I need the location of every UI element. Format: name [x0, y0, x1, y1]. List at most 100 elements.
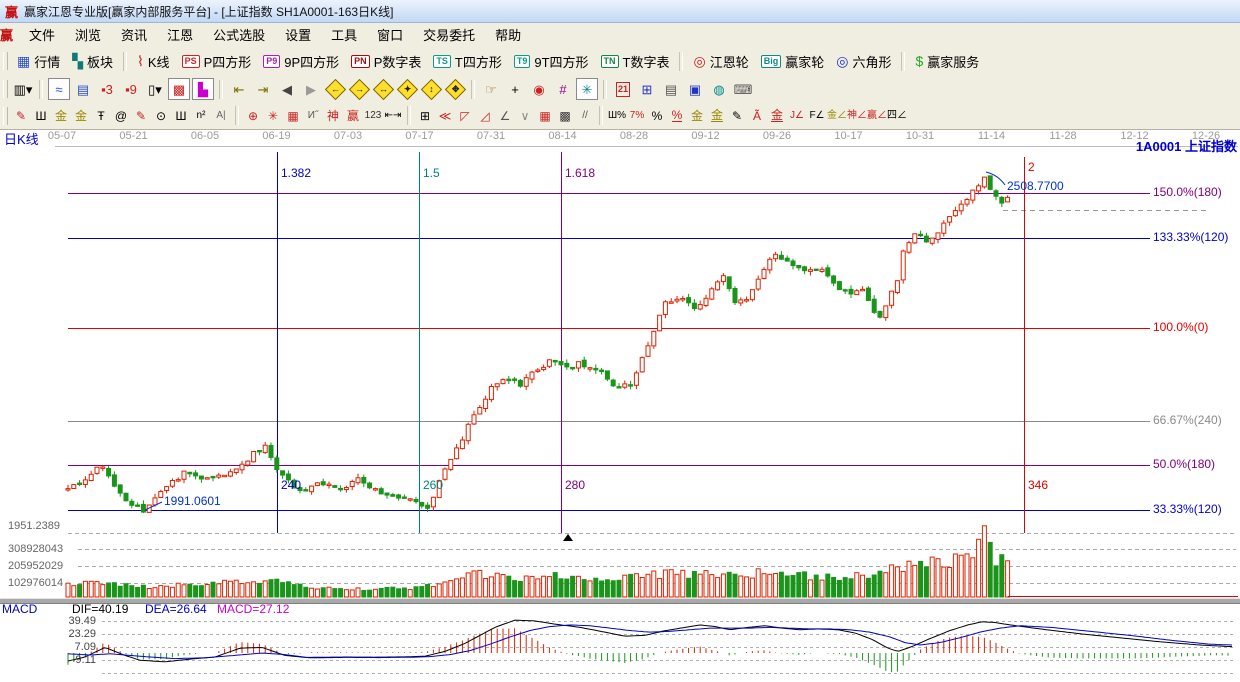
arrow-ruler-icon[interactable]: ⇤⇥ — [383, 105, 403, 126]
pencil-red-2-icon[interactable]: ✎ — [131, 105, 151, 126]
menu-item-3[interactable]: 江恩 — [157, 23, 203, 46]
p-square-button[interactable]: PS P四方形 — [176, 50, 258, 73]
slant-lines-icon[interactable]: // — [575, 105, 595, 126]
9p-square-button[interactable]: P9 9P四方形 — [257, 50, 345, 73]
web-tool-icon[interactable]: ✳ — [576, 78, 598, 100]
next-bar-icon[interactable]: ▶ — [300, 78, 322, 100]
hexagon-button[interactable]: ◎ 六角形 — [830, 50, 897, 73]
winner-service-button[interactable]: $ 赢家服务 — [909, 50, 985, 73]
fan-box-1-icon[interactable]: ◸ — [455, 105, 475, 126]
title-bar[interactable]: 赢 赢家江恩专业版[赢家内部服务平台] - [上证指数 SH1A0001-163… — [0, 0, 1240, 23]
ying-red-icon[interactable]: 赢 — [343, 105, 363, 126]
fan-box-2-icon[interactable]: ◿ — [475, 105, 495, 126]
winner-wheel-button[interactable]: Big 赢家轮 — [755, 50, 831, 73]
fan-red-icon[interactable]: ≪ — [435, 105, 455, 126]
gold-ruler-1-icon[interactable]: 金 — [51, 105, 71, 126]
diamond-compress-icon[interactable]: ✦ — [396, 78, 418, 100]
t-square-button[interactable]: TS T四方形 — [427, 50, 507, 73]
menu-item-9[interactable]: 帮助 — [485, 23, 531, 46]
pattern-tool-icon[interactable]: ▩ — [168, 78, 190, 100]
pencil-ink-icon[interactable]: ✎ — [727, 105, 747, 126]
diamond-all-icon[interactable]: ✥ — [444, 78, 466, 100]
spiral-tool-icon[interactable]: @ — [111, 105, 131, 126]
t-number-table-button[interactable]: TN T数字表 — [595, 50, 676, 73]
net-save-icon[interactable]: ◍ — [708, 78, 730, 100]
ying-angle-icon[interactable]: 赢∠ — [867, 105, 887, 126]
menu-item-8[interactable]: 交易委托 — [413, 23, 485, 46]
sectors-button[interactable]: ▚ 板块 — [66, 50, 119, 73]
hollow-candle-dropdown-icon[interactable]: ▯▾ — [144, 78, 166, 100]
p-number-table-button[interactable]: PN P数字表 — [345, 50, 427, 73]
percent-icon[interactable]: % — [647, 105, 667, 126]
grid-123-icon[interactable]: 123 — [363, 105, 383, 126]
pencil-red-icon[interactable]: ✎ — [11, 105, 31, 126]
gold-ruler-2-icon[interactable]: 金 — [71, 105, 91, 126]
web-red-icon[interactable]: ✳ — [263, 105, 283, 126]
crosshair-tool-icon[interactable]: + — [504, 78, 526, 100]
gold-angle-icon[interactable]: 金∠ — [827, 105, 847, 126]
menu-item-5[interactable]: 设置 — [275, 23, 321, 46]
f-ruler-icon[interactable]: Ŧ — [91, 105, 111, 126]
diamond-left-icon[interactable]: ← — [324, 78, 346, 100]
9t-square-button[interactable]: T9 9T四方形 — [508, 50, 595, 73]
histogram-tool-icon[interactable]: ▙ — [192, 78, 214, 100]
web-box-red-icon[interactable]: ▦ — [283, 105, 303, 126]
seven-percent-icon[interactable]: 7% — [627, 105, 647, 126]
percent-ruler-icon[interactable]: Ш% — [607, 105, 627, 126]
j-angle-icon[interactable]: J∠ — [787, 105, 807, 126]
notepad-icon[interactable]: ▤ — [660, 78, 682, 100]
menu-item-7[interactable]: 窗口 — [367, 23, 413, 46]
target-red-icon[interactable]: ⊕ — [243, 105, 263, 126]
gold-circle-icon[interactable]: 金 — [687, 105, 707, 126]
toolbar-icons: ▥▾ ≈ ▤ ▪3 ▪9 ▯▾ ▩ ▙ ⇤ ⇥ ◀ ▶ ← → ↔ ✦ ↕ ✥ ☞ + ◉ # ✳ 21 ⊞ ▤ ▣ ◍ ⌨ — [0, 76, 1240, 102]
menu-item-6[interactable]: 工具 — [321, 23, 367, 46]
grid-red-icon[interactable]: ▦ — [535, 105, 555, 126]
ying-angle-glyph: 赢∠ — [867, 109, 887, 121]
calendar-21-icon[interactable]: 21 — [612, 78, 634, 100]
macd-dea-value: DEA=26.64 — [145, 602, 207, 616]
gold-underline-red-icon[interactable]: 金 — [767, 105, 787, 126]
pane-separator[interactable] — [0, 598, 1240, 604]
menu-item-2[interactable]: 资讯 — [111, 23, 157, 46]
gann-wheel-button[interactable]: ◎ 江恩轮 — [687, 50, 754, 73]
workstation-icon[interactable]: ⌨ — [732, 78, 754, 100]
gann-grid-tool-icon[interactable]: # — [552, 78, 574, 100]
ruler-comb-2-icon[interactable]: Ш — [171, 105, 191, 126]
diamond-h-expand-icon[interactable]: ↔ — [372, 78, 394, 100]
menu-item-4[interactable]: 公式选股 — [203, 23, 275, 46]
diamond-right-icon[interactable]: → — [348, 78, 370, 100]
ruler-comb-icon[interactable]: Ш — [31, 105, 51, 126]
calculator-icon[interactable]: ⊞ — [636, 78, 658, 100]
shen-red-icon[interactable]: 神 — [323, 105, 343, 126]
a-wave-red-icon[interactable]: Ã — [747, 105, 767, 126]
n-squared-icon[interactable]: n² — [191, 105, 211, 126]
candle-style-dropdown-icon[interactable]: ▥▾ — [12, 78, 34, 100]
anchor-tool-icon[interactable]: ◉ — [528, 78, 550, 100]
si-angle-icon[interactable]: 四∠ — [887, 105, 907, 126]
kline-3-icon[interactable]: ▪3 — [96, 78, 118, 100]
grid-box-icon[interactable]: ▩ — [555, 105, 575, 126]
f-angle-icon[interactable]: F∠ — [807, 105, 827, 126]
a-mirror-icon[interactable]: A| — [211, 105, 231, 126]
quotes-button[interactable]: ▦ 行情 — [11, 50, 66, 73]
k-marks-icon[interactable]: И˝ — [303, 105, 323, 126]
v-wave-icon[interactable]: ∨ — [515, 105, 535, 126]
menu-item-0[interactable]: 文件 — [19, 23, 65, 46]
box-tool-icon[interactable]: ⊞ — [415, 105, 435, 126]
clipboard-icon[interactable]: ▤ — [72, 78, 94, 100]
hand-tool-icon[interactable]: ☞ — [480, 78, 502, 100]
first-bar-icon[interactable]: ⇤ — [228, 78, 250, 100]
prev-bar-icon[interactable]: ◀ — [276, 78, 298, 100]
angle-lines-icon[interactable]: ∠ — [495, 105, 515, 126]
percent-line-icon[interactable]: % — [667, 105, 687, 126]
kline-button[interactable]: ⌇ K线 — [131, 50, 176, 73]
save-icon[interactable]: ▣ — [684, 78, 706, 100]
zigzag-tool-icon[interactable]: ≈ — [48, 78, 70, 100]
last-bar-icon[interactable]: ⇥ — [252, 78, 274, 100]
diamond-v-expand-icon[interactable]: ↕ — [420, 78, 442, 100]
time-circle-icon[interactable]: ⊙ — [151, 105, 171, 126]
shen-angle-icon[interactable]: 神∠ — [847, 105, 867, 126]
menu-item-1[interactable]: 浏览 — [65, 23, 111, 46]
gold-lines-icon[interactable]: 金 — [707, 105, 727, 126]
kline-9-icon[interactable]: ▪9 — [120, 78, 142, 100]
